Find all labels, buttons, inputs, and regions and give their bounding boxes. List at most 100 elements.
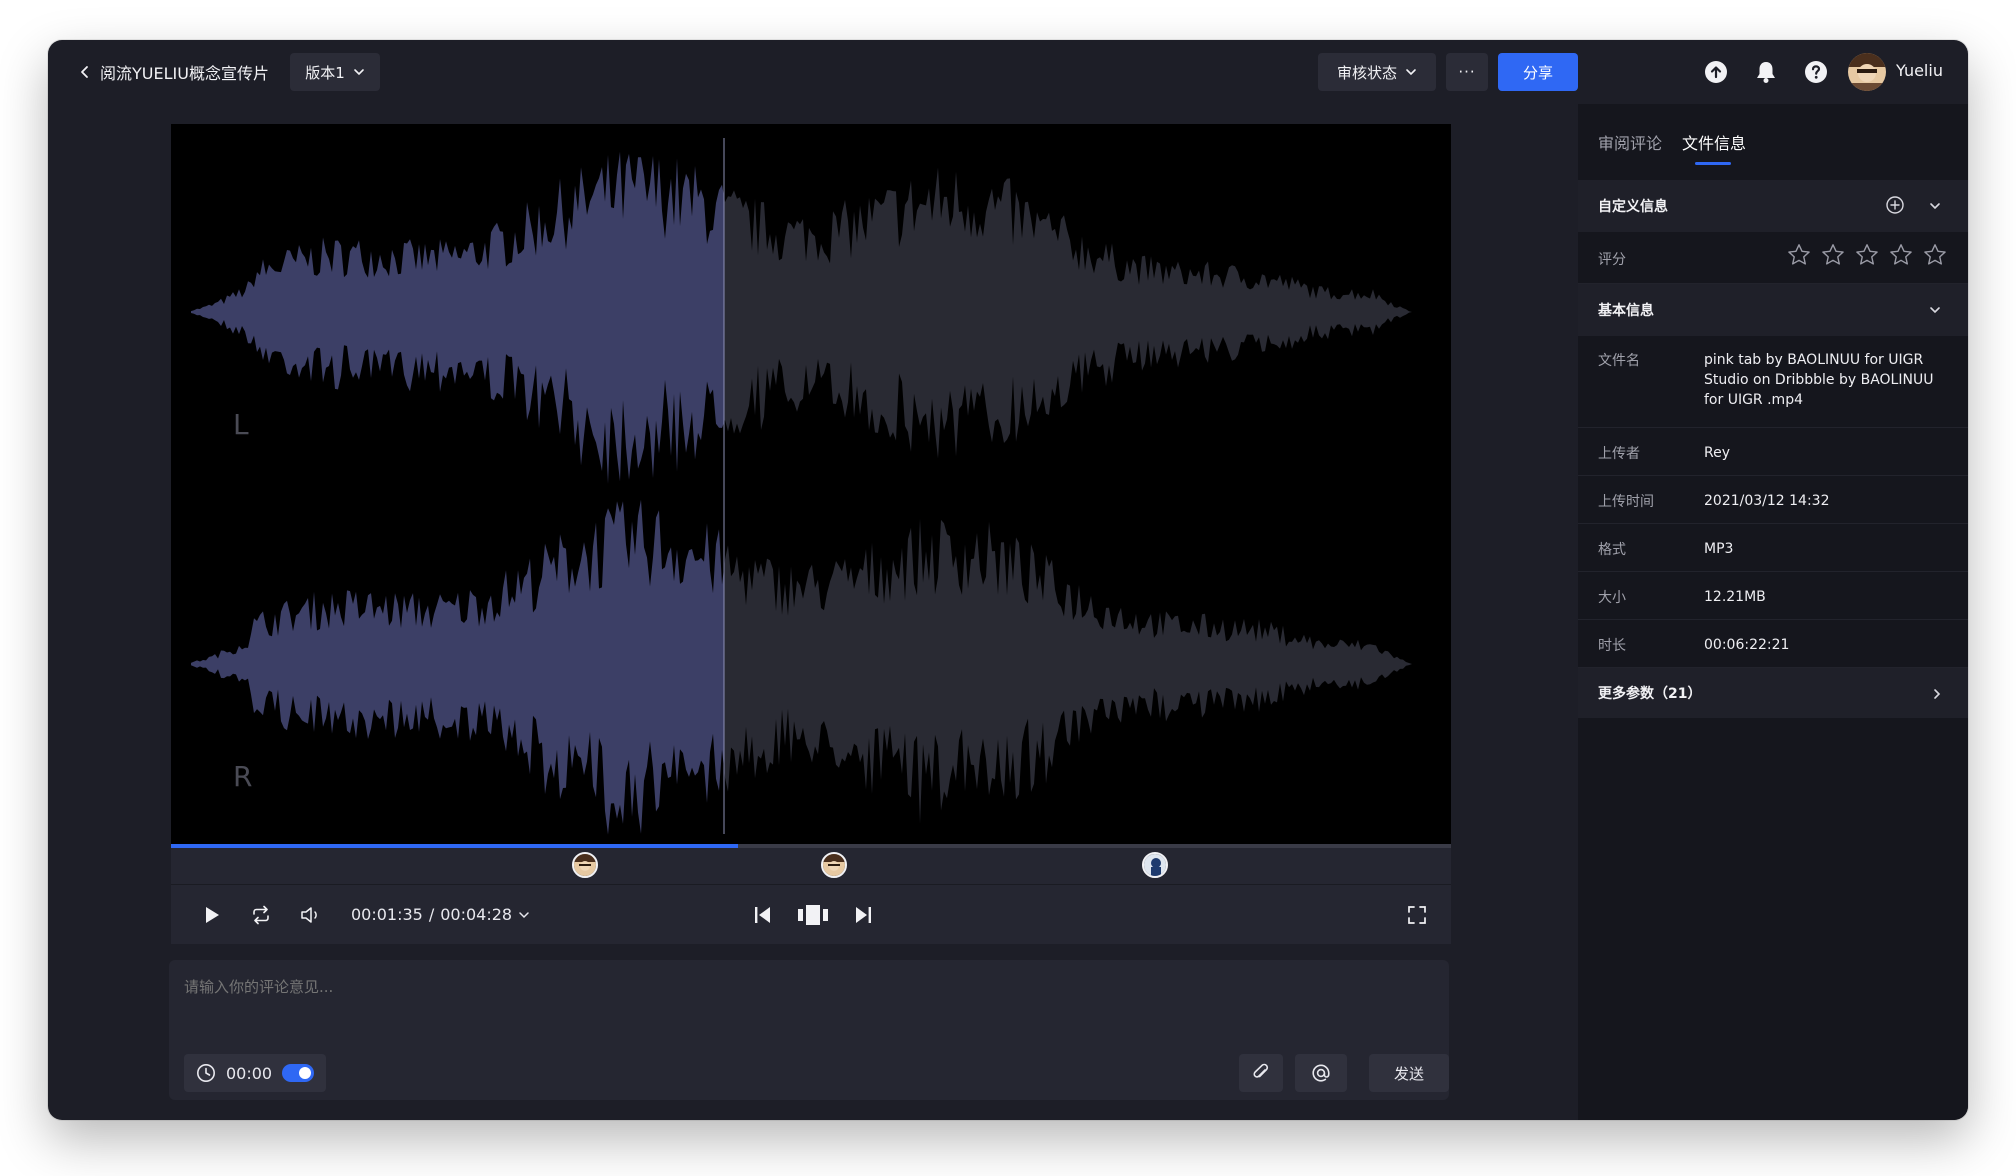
comment-input[interactable] (184, 978, 1084, 996)
project-title: 阅流YUELIU概念宣传片 (100, 64, 269, 83)
collapse-basic-button[interactable] (1928, 302, 1942, 321)
more-icon: ··· (1458, 63, 1476, 81)
skip-back-icon (755, 907, 770, 923)
avatar-image-icon (1144, 854, 1166, 876)
attach-button[interactable] (1239, 1054, 1283, 1092)
info-key: 上传时间 (1598, 494, 1654, 510)
play-icon (206, 907, 219, 923)
share-label: 分享 (1522, 63, 1553, 82)
star-icon[interactable] (1854, 242, 1880, 272)
back-button[interactable] (70, 57, 100, 87)
more-params-row[interactable]: 更多参数（21） (1578, 668, 1968, 718)
upload-icon (1705, 61, 1727, 83)
version-dropdown[interactable]: 版本1 (290, 53, 380, 91)
comment-marker-avatar[interactable] (572, 852, 598, 878)
info-value: 12.21MB (1704, 589, 1766, 605)
star-icon[interactable] (1922, 242, 1948, 272)
notification-button[interactable] (1753, 59, 1779, 85)
info-row-uploader: 上传者 Rey (1578, 428, 1968, 476)
audio-player: L R 00:01:35 / 00:04:28 (171, 124, 1451, 944)
player-controls: 00:01:35 / 00:04:28 (171, 884, 1451, 944)
left-channel-label: L (233, 408, 249, 441)
collapse-custom-button[interactable] (1928, 198, 1942, 217)
info-row-upload-time: 上传时间 2021/03/12 14:32 (1578, 476, 1968, 524)
send-label: 发送 (1393, 1064, 1424, 1083)
info-key: 格式 (1598, 542, 1626, 558)
waveform-graphic (191, 138, 1424, 835)
rating-row: 评分 (1578, 232, 1968, 284)
active-tab-indicator (1695, 162, 1731, 165)
avatar-image-icon (574, 854, 596, 876)
info-value: Rey (1704, 445, 1730, 461)
at-sign-icon (1312, 1064, 1330, 1082)
mention-button[interactable] (1295, 1054, 1347, 1092)
info-key: 大小 (1598, 590, 1626, 606)
custom-info-header[interactable]: 自定义信息 (1578, 180, 1968, 232)
star-icon[interactable] (1888, 242, 1914, 272)
info-value: 00:06:22:21 (1704, 637, 1790, 653)
frame-button[interactable] (796, 901, 830, 929)
time-display[interactable]: 00:01:35 / 00:04:28 (351, 905, 530, 924)
rating-stars[interactable] (1786, 242, 1948, 272)
info-row-format: 格式 MP3 (1578, 524, 1968, 572)
play-button[interactable] (198, 901, 226, 929)
info-row-size: 大小 12.21MB (1578, 572, 1968, 620)
more-button[interactable]: ··· (1446, 53, 1488, 91)
star-icon[interactable] (1820, 242, 1846, 272)
comment-timeline[interactable] (171, 844, 1451, 884)
right-channel-label: R (233, 760, 253, 793)
basic-info-header[interactable]: 基本信息 (1578, 284, 1968, 336)
user-avatar[interactable] (1848, 53, 1886, 91)
fullscreen-button[interactable] (1403, 901, 1431, 929)
comment-marker-avatar[interactable] (821, 852, 847, 878)
add-field-button[interactable] (1885, 195, 1905, 219)
avatar-image-icon (823, 854, 845, 876)
clock-icon (197, 1064, 215, 1082)
fullscreen-icon (1408, 906, 1426, 924)
skip-forward-icon (856, 907, 871, 923)
panel-tabs: 审阅评论 文件信息 (1578, 104, 1968, 178)
next-button[interactable] (849, 901, 877, 929)
top-bar: 阅流YUELIU概念宣传片 版本1 审核状态 ··· 分享 Yueliu (48, 40, 1968, 104)
progress-fill (171, 844, 739, 848)
volume-button[interactable] (297, 901, 325, 929)
waveform-view[interactable]: L R (171, 124, 1451, 844)
time-separator: / (428, 905, 435, 924)
upload-button[interactable] (1703, 59, 1729, 85)
chevron-down-icon (353, 69, 364, 76)
chevron-down-icon (519, 911, 529, 918)
info-key: 文件名 (1598, 353, 1640, 369)
chevron-left-icon (81, 66, 88, 78)
total-time: 00:04:28 (440, 905, 513, 924)
info-value: pink tab by BAOLINUU for UIGR Studio on … (1704, 352, 1934, 408)
chevron-down-icon (1406, 69, 1416, 76)
timestamp-switch[interactable] (282, 1064, 315, 1082)
previous-button[interactable] (749, 901, 777, 929)
help-button[interactable] (1803, 59, 1829, 85)
chevron-down-icon (1930, 203, 1940, 210)
rating-label: 评分 (1598, 252, 1626, 268)
timestamp-toggle[interactable]: 00:00 (184, 1054, 326, 1092)
user-name: Yueliu (1896, 61, 1943, 80)
volume-icon (301, 907, 317, 923)
info-key: 上传者 (1598, 446, 1640, 462)
send-button[interactable]: 发送 (1369, 1054, 1449, 1092)
file-info-panel: 审阅评论 文件信息 自定义信息 评分 基本信息 文件名 pink tab by … (1578, 104, 1968, 1120)
review-status-label: 审核状态 (1336, 63, 1397, 82)
review-status-dropdown[interactable]: 审核状态 (1318, 53, 1436, 91)
loop-icon (253, 905, 269, 925)
comment-marker-avatar[interactable] (1142, 852, 1168, 878)
share-button[interactable]: 分享 (1498, 53, 1578, 91)
star-icon[interactable] (1786, 242, 1812, 272)
tab-file-info[interactable]: 文件信息 (1682, 130, 1746, 154)
avatar-image-icon (1848, 53, 1886, 91)
info-row-filename: 文件名 pink tab by BAOLINUU for UIGR Studio… (1578, 336, 1968, 428)
info-key: 时长 (1598, 638, 1626, 654)
more-params-label: 更多参数（21） (1598, 686, 1702, 702)
loop-button[interactable] (247, 901, 275, 929)
help-icon (1805, 61, 1827, 83)
version-label: 版本1 (305, 63, 345, 82)
bell-icon (1757, 62, 1775, 83)
custom-info-title: 自定义信息 (1598, 199, 1668, 215)
tab-review-comments[interactable]: 审阅评论 (1598, 130, 1662, 154)
